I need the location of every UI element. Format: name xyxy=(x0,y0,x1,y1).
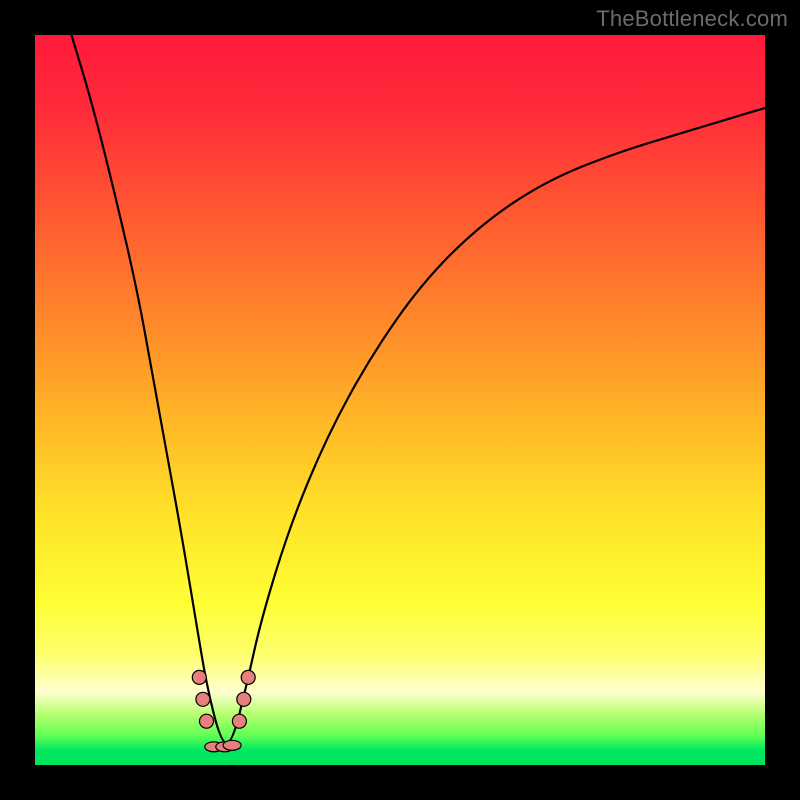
marker-dot xyxy=(237,692,251,706)
marker-dot xyxy=(232,714,246,728)
marker-flat xyxy=(223,740,241,750)
plot-area xyxy=(35,35,765,765)
marker-dot xyxy=(241,670,255,684)
marker-dot xyxy=(196,692,210,706)
marker-dot xyxy=(192,670,206,684)
bottleneck-curve xyxy=(72,35,766,743)
chart-frame: TheBottleneck.com xyxy=(0,0,800,800)
curve-layer xyxy=(35,35,765,765)
watermark-text: TheBottleneck.com xyxy=(596,6,788,32)
marker-dot xyxy=(200,714,214,728)
data-markers xyxy=(192,670,255,751)
